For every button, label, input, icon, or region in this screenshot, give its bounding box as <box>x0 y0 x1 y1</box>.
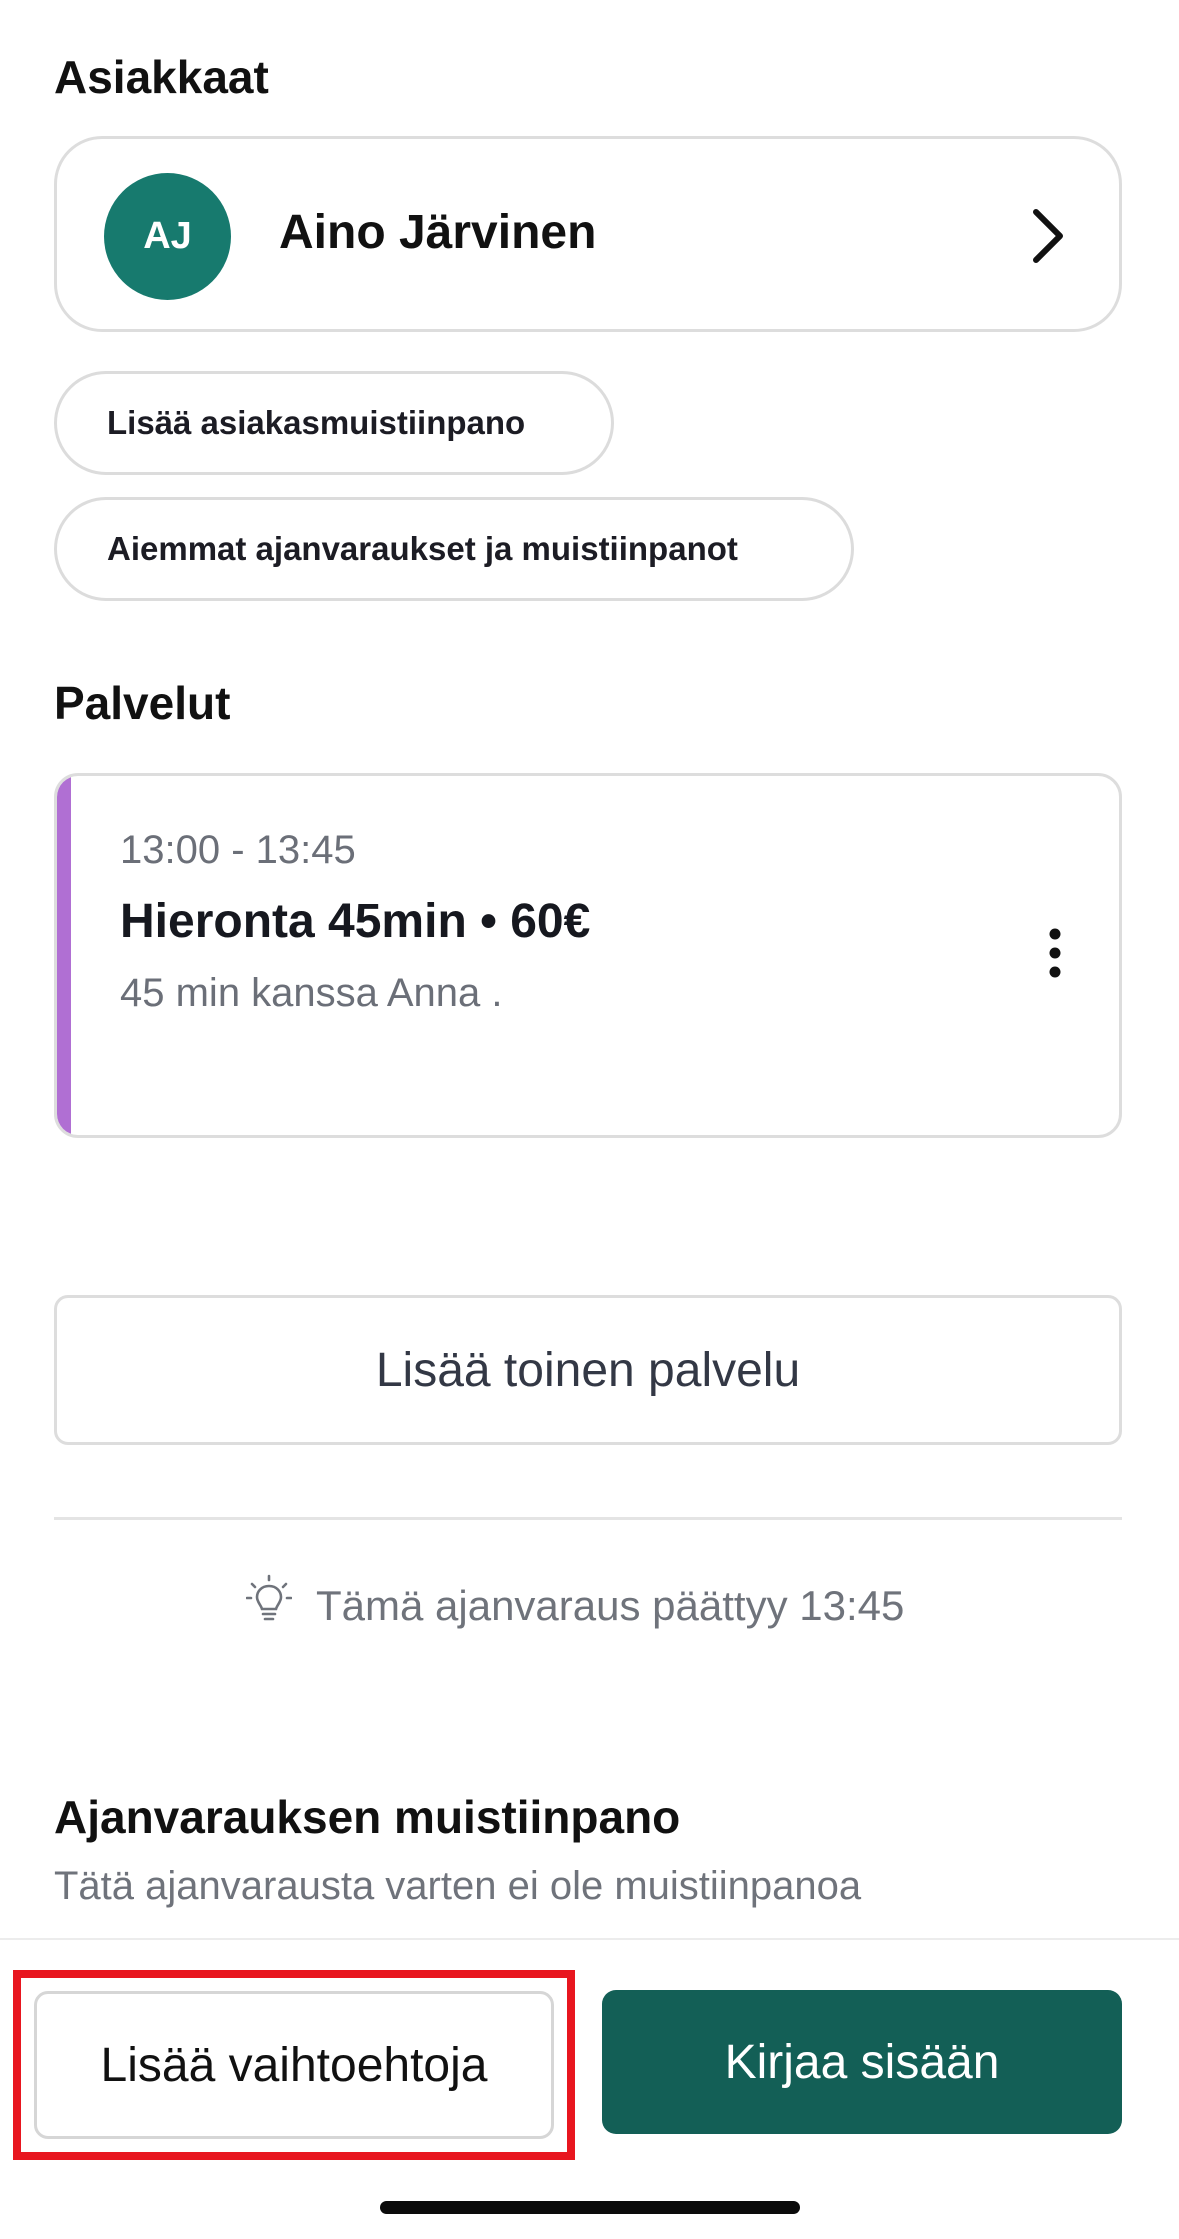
chevron-right-icon[interactable] <box>1020 206 1076 266</box>
client-name: Aino Järvinen <box>279 206 597 259</box>
more-options-label: Lisää vaihtoehtoja <box>100 2038 488 2092</box>
add-service-button[interactable]: Lisää toinen palvelu <box>54 1295 1122 1445</box>
service-time: 13:00 - 13:45 <box>120 828 356 872</box>
history-button[interactable]: Aiemmat ajanvaraukset ja muistiinpanot <box>54 497 854 601</box>
home-indicator <box>380 2201 800 2214</box>
service-meta: 45 min kanssa Anna . <box>120 971 503 1015</box>
add-client-note-button[interactable]: Lisää asiakasmuistiinpano <box>54 371 614 475</box>
service-card[interactable]: 13:00 - 13:45 Hieronta 45min • 60€ 45 mi… <box>54 773 1122 1138</box>
avatar-initials: AJ <box>143 215 192 257</box>
lightbulb-icon <box>246 1574 292 1621</box>
booking-note-empty-text: Tätä ajanvarausta varten ei ole muistiin… <box>54 1864 862 1908</box>
divider <box>54 1517 1122 1520</box>
service-accent-bar <box>57 776 71 1135</box>
booking-note-title: Ajanvarauksen muistiinpano <box>54 1791 681 1843</box>
check-in-button[interactable]: Kirjaa sisään <box>602 1990 1122 2134</box>
more-options-button[interactable]: Lisää vaihtoehtoja <box>34 1991 554 2139</box>
services-section-title: Palvelut <box>54 677 231 729</box>
service-title: Hieronta 45min • 60€ <box>120 895 591 948</box>
booking-end-hint: Tämä ajanvaraus päättyy 13:45 <box>316 1582 905 1629</box>
add-service-label: Lisää toinen palvelu <box>375 1343 801 1397</box>
clients-section-title: Asiakkaat <box>54 51 269 103</box>
more-vertical-icon[interactable] <box>1047 928 1063 978</box>
history-label: Aiemmat ajanvaraukset ja muistiinpanot <box>107 530 738 567</box>
add-client-note-label: Lisää asiakasmuistiinpano <box>107 404 526 441</box>
check-in-label: Kirjaa sisään <box>724 2035 1000 2089</box>
avatar: AJ <box>104 173 231 300</box>
